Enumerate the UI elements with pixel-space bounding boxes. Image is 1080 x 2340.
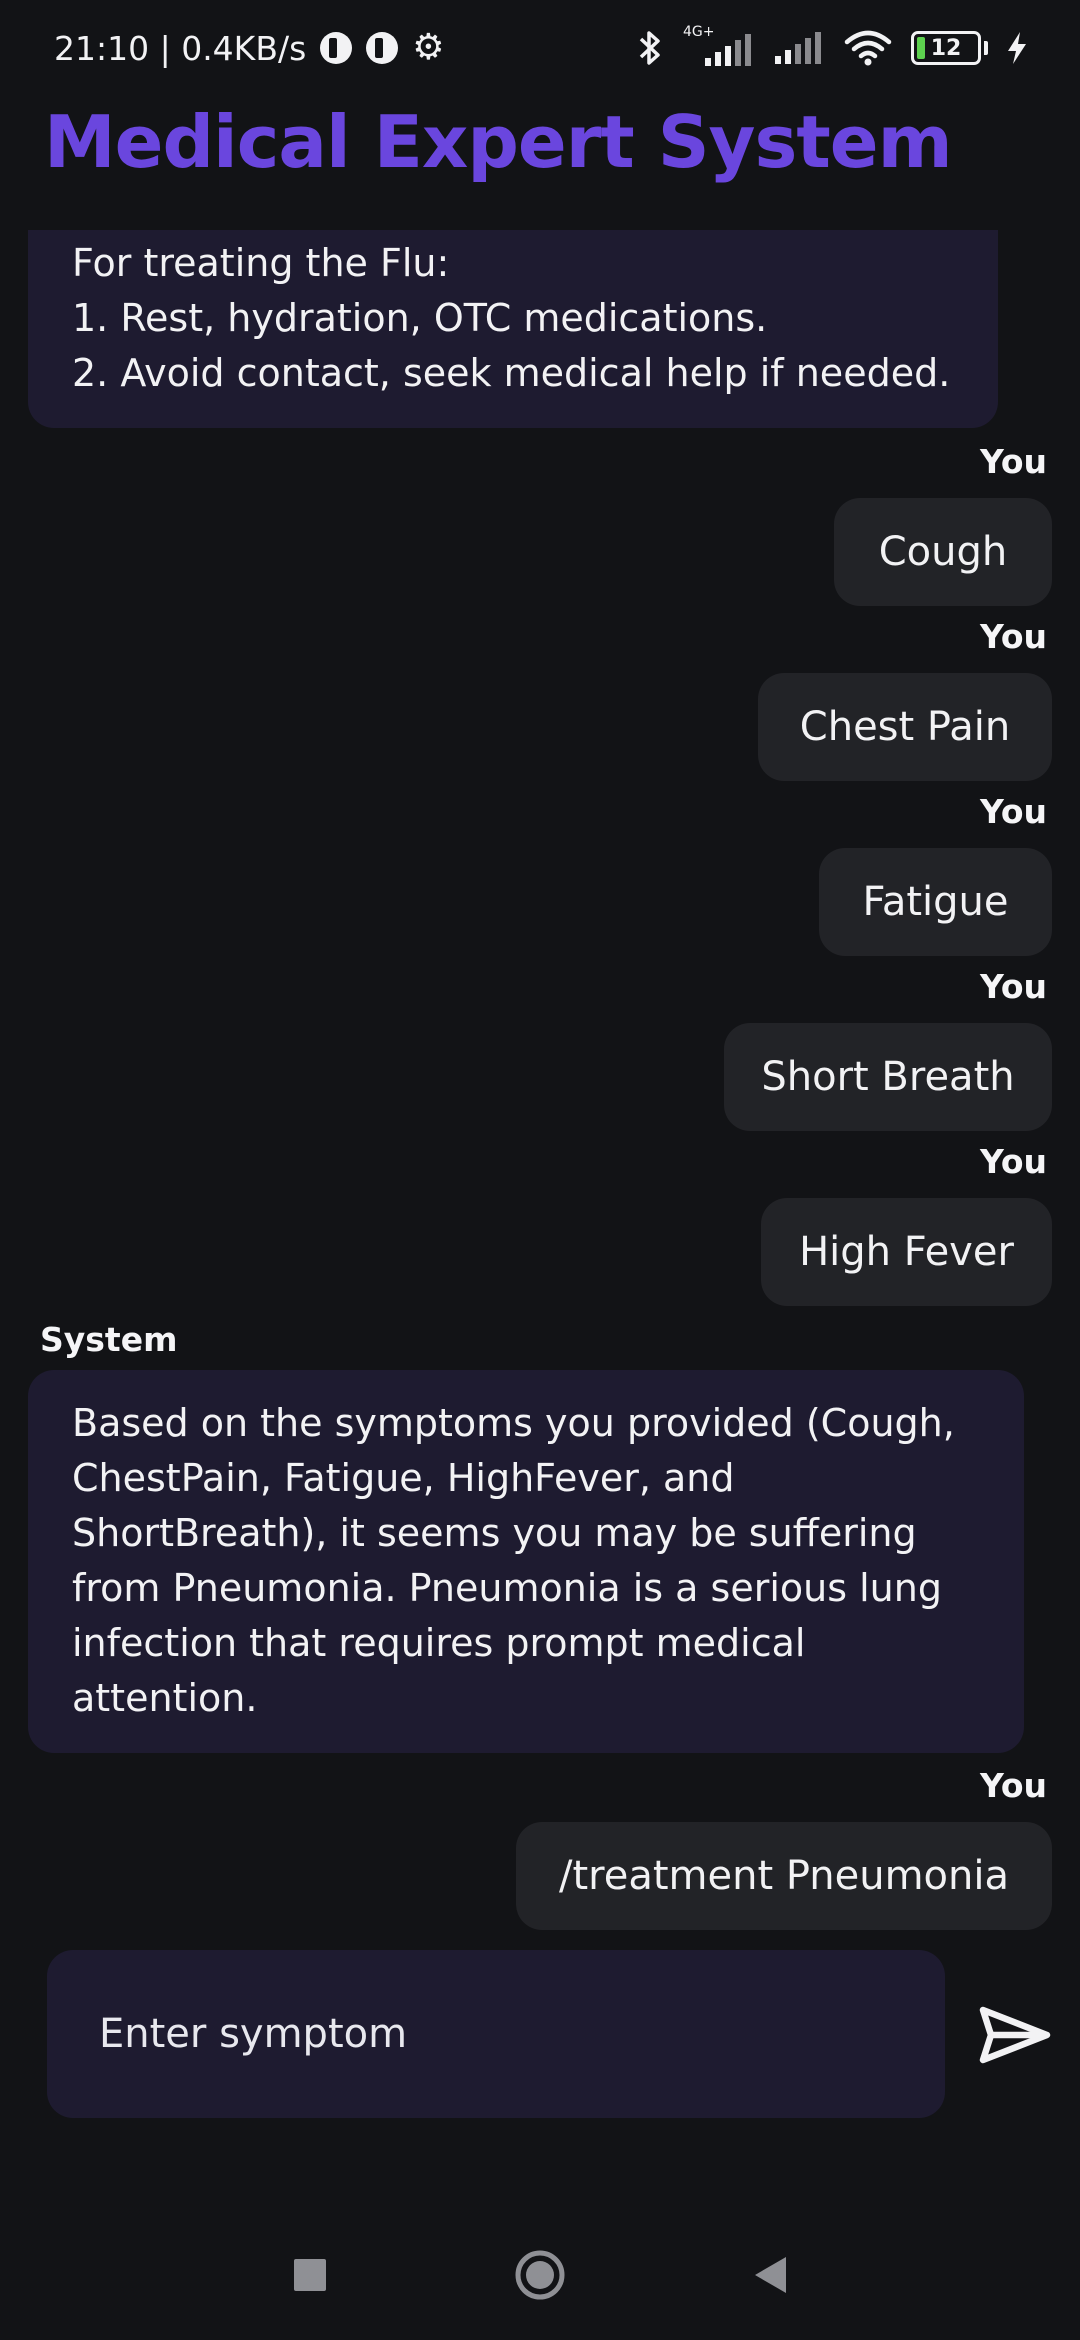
status-right: 4G+ 12 — [635, 24, 1028, 68]
signal-icon — [775, 32, 821, 64]
home-icon — [515, 2250, 565, 2300]
sender-label-you: You — [980, 442, 1048, 481]
status-time: 21:10 | 0.4KB/s — [54, 28, 307, 68]
app-icon — [320, 32, 353, 64]
user-message: High Fever — [761, 1198, 1052, 1306]
back-icon — [755, 2257, 786, 2293]
symptom-input[interactable] — [99, 2011, 945, 2057]
sender-label-you: You — [980, 792, 1048, 831]
charging-bolt-icon — [1008, 32, 1026, 64]
wifi-icon — [844, 30, 892, 66]
user-message: /treatment Pneumonia — [516, 1822, 1052, 1930]
sender-label-you: You — [980, 617, 1048, 656]
battery-level: 12 — [930, 35, 962, 61]
send-button[interactable] — [970, 1990, 1060, 2080]
gear-icon: ⚙ — [412, 27, 445, 68]
battery-icon: 12 — [911, 31, 988, 65]
signal-icon: 4G+ — [683, 24, 755, 68]
page-title: Medical Expert System — [44, 100, 953, 184]
system-message-diagnosis: Based on the symptoms you provided (Coug… — [28, 1370, 1024, 1753]
screen: 21:10 | 0.4KB/s ⚙ 4G+ 12 Medical Expert … — [0, 0, 1080, 2340]
send-icon — [979, 2006, 1051, 2064]
message-line: 1. Rest, hydration, OTC medications. — [72, 296, 768, 340]
sender-label-you: You — [980, 1142, 1048, 1181]
message-line: 2. Avoid contact, seek medical help if n… — [72, 351, 951, 395]
system-nav-bar — [0, 2220, 1080, 2330]
recent-apps-button[interactable] — [280, 2245, 340, 2305]
symptom-input-container[interactable] — [47, 1950, 945, 2118]
user-message: Fatigue — [819, 848, 1052, 956]
app-icon — [366, 32, 399, 64]
recent-apps-icon — [294, 2259, 326, 2291]
user-message: Short Breath — [724, 1023, 1052, 1131]
status-bar: 21:10 | 0.4KB/s ⚙ 4G+ 12 — [0, 0, 1080, 96]
sender-label-you: You — [980, 967, 1048, 1006]
status-left: 21:10 | 0.4KB/s ⚙ — [54, 29, 445, 68]
user-message: Cough — [834, 498, 1052, 606]
sender-label-you: You — [980, 1766, 1048, 1805]
bluetooth-icon — [639, 31, 660, 65]
user-message: Chest Pain — [758, 673, 1052, 781]
sender-label-system: System — [40, 1320, 178, 1359]
back-button[interactable] — [740, 2245, 800, 2305]
system-message-flu-treatment: For treating the Flu: 1. Rest, hydration… — [28, 230, 998, 428]
chat-list[interactable]: For treating the Flu: 1. Rest, hydration… — [0, 230, 1080, 1930]
message-line: For treating the Flu: — [72, 241, 450, 285]
home-button[interactable] — [510, 2245, 570, 2305]
